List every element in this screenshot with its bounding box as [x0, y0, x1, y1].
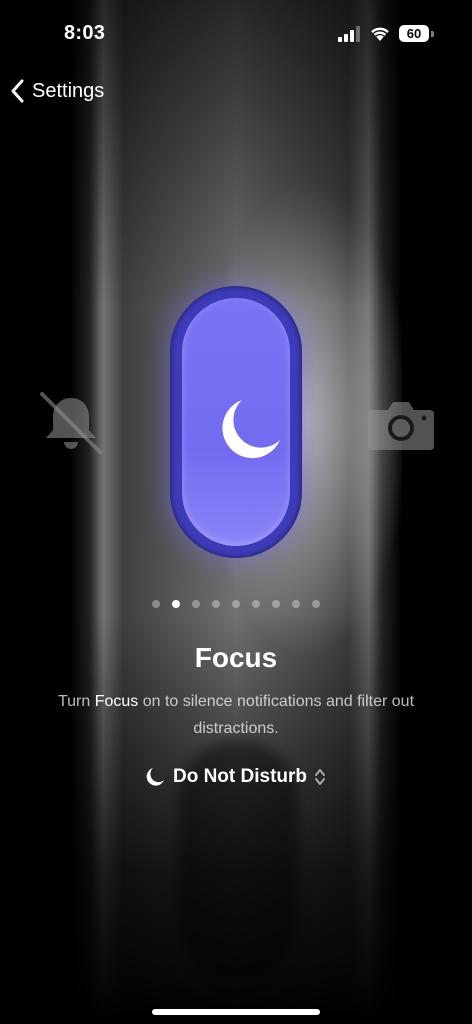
back-button[interactable]: Settings — [8, 74, 104, 108]
action-description: Turn Focus on to silence notifications a… — [50, 688, 422, 742]
page-indicator[interactable] — [0, 600, 472, 608]
focus-mode-selector[interactable]: Do Not Disturb — [0, 766, 472, 788]
action-button-face — [182, 298, 290, 546]
page-dot[interactable] — [292, 600, 300, 608]
page-dot[interactable] — [152, 600, 160, 608]
bell-slash-icon[interactable] — [36, 388, 106, 458]
focus-mode-label: Do Not Disturb — [172, 766, 308, 787]
wifi-icon — [371, 27, 389, 41]
back-label: Settings — [32, 79, 105, 102]
status-bar: 8:03 60 — [0, 0, 472, 70]
moon-icon — [222, 400, 280, 459]
home-indicator[interactable] — [152, 1009, 320, 1015]
description-highlight: Focus — [94, 693, 139, 710]
page-dot[interactable] — [192, 600, 200, 608]
battery-indicator: 60 — [399, 25, 429, 42]
battery-tip — [431, 31, 434, 37]
page-dot[interactable] — [252, 600, 260, 608]
chevron-up-down-icon — [315, 769, 326, 785]
description-prefix: Turn — [57, 693, 95, 710]
page-dot[interactable] — [232, 600, 240, 608]
moon-icon — [146, 768, 164, 786]
page-dot[interactable] — [172, 600, 180, 608]
page-dot[interactable] — [312, 600, 320, 608]
page-dot[interactable] — [212, 600, 220, 608]
cellular-signal-icon — [338, 26, 360, 42]
description-suffix: on to silence notifications and filter o… — [138, 693, 415, 737]
action-button-preview — [170, 286, 302, 558]
camera-icon[interactable] — [366, 396, 436, 452]
action-title: Focus — [194, 642, 278, 673]
status-time: 8:03 — [64, 22, 106, 44]
chevron-left-icon — [11, 79, 24, 103]
page-dot[interactable] — [272, 600, 280, 608]
